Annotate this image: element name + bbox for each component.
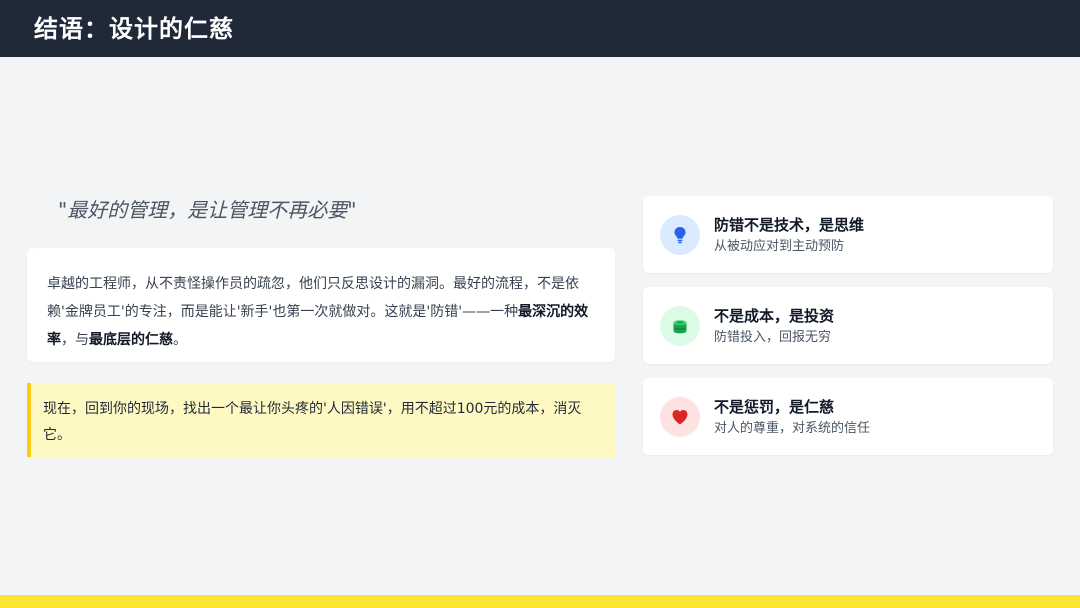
main-text-part: 。	[173, 332, 187, 348]
point-card-kindness: 不是惩罚，是仁慈 对人的尊重，对系统的信任	[643, 378, 1053, 455]
point-title: 不是惩罚，是仁慈	[714, 398, 835, 416]
coins-icon	[660, 306, 700, 346]
point-subtitle: 从被动应对到主动预防	[714, 239, 845, 254]
main-text-card: 卓越的工程师，从不责怪操作员的疏忽，他们只反思设计的漏洞。最好的流程，不是依赖'…	[27, 248, 615, 362]
main-text-part: 卓越的工程师，从不责怪操作员的疏忽，他们只反思设计的漏洞。最好的流程，不是依赖'…	[47, 276, 579, 320]
lightbulb-icon	[660, 215, 700, 255]
point-title: 防错不是技术，是思维	[714, 216, 865, 234]
point-card-investment: 不是成本，是投资 防错投入，回报无穷	[643, 287, 1053, 364]
heart-icon	[660, 397, 700, 437]
call-to-action-callout: 现在，回到你的现场，找出一个最让你头疼的'人因错误'，用不超过100元的成本，消…	[27, 383, 615, 457]
callout-text: 现在，回到你的现场，找出一个最让你头疼的'人因错误'，用不超过100元的成本，消…	[43, 401, 582, 443]
point-subtitle: 对人的尊重，对系统的信任	[714, 421, 871, 436]
point-title: 不是成本，是投资	[714, 307, 835, 325]
point-subtitle: 防错投入，回报无穷	[714, 330, 832, 345]
bottom-accent-bar	[0, 595, 1080, 608]
header-bar: 结语：设计的仁慈	[0, 0, 1080, 57]
point-card-thinking: 防错不是技术，是思维 从被动应对到主动预防	[643, 196, 1053, 273]
main-text-bold: 最底层的仁慈	[89, 332, 173, 348]
page-title: 结语：设计的仁慈	[34, 15, 234, 43]
main-text-part: ，与	[61, 332, 89, 348]
quote-text: "最好的管理，是让管理不再必要"	[58, 198, 357, 222]
